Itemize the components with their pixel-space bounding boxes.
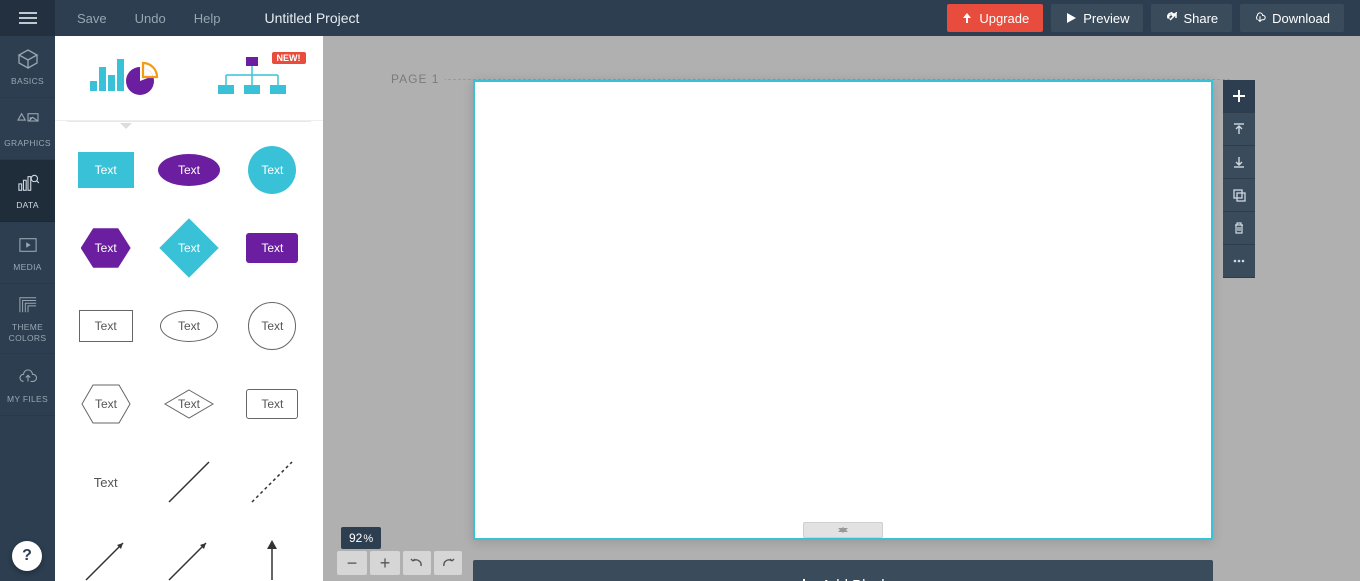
shapes-icon xyxy=(15,110,41,132)
tab-charts[interactable] xyxy=(69,48,184,108)
move-down-button[interactable] xyxy=(1223,146,1255,179)
zoom-in-button[interactable]: + xyxy=(370,551,400,575)
shape-rounded-rect-outline[interactable]: Text xyxy=(240,378,305,430)
rail-media[interactable]: MEDIA xyxy=(0,222,55,284)
shape-arrow-1[interactable] xyxy=(73,534,138,581)
download-label: Download xyxy=(1272,11,1330,26)
svg-text:Text: Text xyxy=(178,397,201,411)
undo-icon xyxy=(409,556,425,570)
preview-label: Preview xyxy=(1083,11,1129,26)
shapes-panel: NEW! Text Text Text Text Text Text Text … xyxy=(55,36,323,581)
shape-hexagon-outline[interactable]: Text xyxy=(73,378,138,430)
rail-data[interactable]: DATA xyxy=(0,160,55,222)
zoom-controls: − + xyxy=(337,551,462,575)
move-down-icon xyxy=(1232,155,1246,169)
undo-canvas-button[interactable] xyxy=(403,551,431,575)
share-icon xyxy=(1165,12,1177,24)
shape-rect-outline[interactable]: Text xyxy=(73,300,138,352)
shape-plain-text[interactable]: Text xyxy=(73,456,138,508)
download-icon xyxy=(1254,12,1266,24)
shape-arrow-up[interactable] xyxy=(240,534,305,581)
zoom-indicator: 92% xyxy=(341,527,381,549)
rail-media-label: MEDIA xyxy=(13,262,41,272)
rail-graphics-label: GRAPHICS xyxy=(4,138,51,148)
swatch-icon xyxy=(15,294,41,316)
redo-icon xyxy=(440,556,456,570)
share-button[interactable]: Share xyxy=(1151,4,1232,32)
upgrade-button[interactable]: Upgrade xyxy=(947,4,1043,32)
top-menu: Save Undo Help Untitled Project xyxy=(55,0,359,36)
shape-ellipse-purple[interactable]: Text xyxy=(156,144,221,196)
delete-button[interactable] xyxy=(1223,212,1255,245)
topbar: Save Undo Help Untitled Project Upgrade … xyxy=(0,0,1360,36)
shape-arrow-2[interactable] xyxy=(156,534,221,581)
shape-line-solid[interactable] xyxy=(156,456,221,508)
share-label: Share xyxy=(1183,11,1218,26)
shape-hexagon-purple[interactable]: Text xyxy=(73,222,138,274)
upgrade-icon xyxy=(961,12,973,24)
media-icon xyxy=(15,234,41,256)
shape-rect-cyan[interactable]: Text xyxy=(73,144,138,196)
rail-basics[interactable]: BASICS xyxy=(0,36,55,98)
move-up-icon xyxy=(1232,122,1246,136)
plus-icon xyxy=(1232,89,1246,103)
shapes-grid: Text Text Text Text Text Text Text Text … xyxy=(55,122,323,581)
rail-my-files[interactable]: MY FILES xyxy=(0,354,55,416)
hamburger-icon xyxy=(19,12,37,24)
shape-circle-cyan[interactable]: Text xyxy=(240,144,305,196)
help-bubble[interactable]: ? xyxy=(12,541,42,571)
shape-ellipse-outline[interactable]: Text xyxy=(156,300,221,352)
menu-button[interactable] xyxy=(0,0,55,36)
panel-divider xyxy=(67,121,311,122)
rail-theme-colors-label: THEME COLORS xyxy=(0,322,55,342)
help-button[interactable]: Help xyxy=(194,11,221,26)
upgrade-label: Upgrade xyxy=(979,11,1029,26)
trash-icon xyxy=(1232,221,1246,235)
svg-text:Text: Text xyxy=(95,397,118,411)
rail-basics-label: BASICS xyxy=(11,76,44,86)
left-rail: BASICS GRAPHICS DATA MEDIA THEME COLORS … xyxy=(0,36,55,581)
undo-button[interactable]: Undo xyxy=(135,11,166,26)
duplicate-button[interactable] xyxy=(1223,179,1255,212)
play-icon xyxy=(1065,12,1077,24)
canvas-area: PAGE 1 Add Block 92% − + xyxy=(323,36,1360,581)
page-label: PAGE 1 xyxy=(385,72,445,86)
rail-theme-colors[interactable]: THEME COLORS xyxy=(0,284,55,354)
page-canvas[interactable] xyxy=(473,80,1213,540)
shape-line-dashed[interactable] xyxy=(240,456,305,508)
cube-icon xyxy=(15,48,41,70)
project-title[interactable]: Untitled Project xyxy=(264,10,359,26)
shape-rounded-rect-purple[interactable]: Text xyxy=(240,222,305,274)
preview-button[interactable]: Preview xyxy=(1051,4,1143,32)
more-button[interactable] xyxy=(1223,245,1255,278)
duplicate-icon xyxy=(1232,188,1246,202)
cloud-upload-icon xyxy=(15,366,41,388)
shape-circle-outline[interactable]: Text xyxy=(240,300,305,352)
shape-diamond-cyan[interactable]: Text xyxy=(156,222,221,274)
topbar-actions: Upgrade Preview Share Download xyxy=(947,4,1360,32)
panel-tabs: NEW! xyxy=(55,36,323,121)
charts-thumb-icon xyxy=(86,53,166,103)
redo-canvas-button[interactable] xyxy=(434,551,462,575)
save-button[interactable]: Save xyxy=(77,11,107,26)
chart-icon xyxy=(15,172,41,194)
new-badge: NEW! xyxy=(272,52,306,64)
shape-diamond-outline[interactable]: Text xyxy=(156,378,221,430)
more-icon xyxy=(1232,254,1246,268)
page-resize-handle[interactable] xyxy=(803,522,883,538)
add-page-button[interactable] xyxy=(1223,80,1255,113)
add-block-button[interactable]: Add Block xyxy=(473,560,1213,581)
rail-data-label: DATA xyxy=(16,200,39,210)
chevron-down-icon xyxy=(838,528,848,538)
move-up-button[interactable] xyxy=(1223,113,1255,146)
page-toolbar xyxy=(1223,80,1255,278)
zoom-out-button[interactable]: − xyxy=(337,551,367,575)
rail-graphics[interactable]: GRAPHICS xyxy=(0,98,55,160)
rail-my-files-label: MY FILES xyxy=(7,394,48,404)
download-button[interactable]: Download xyxy=(1240,4,1344,32)
tab-diagrams[interactable]: NEW! xyxy=(195,48,310,108)
add-block-label: Add Block xyxy=(821,577,889,581)
